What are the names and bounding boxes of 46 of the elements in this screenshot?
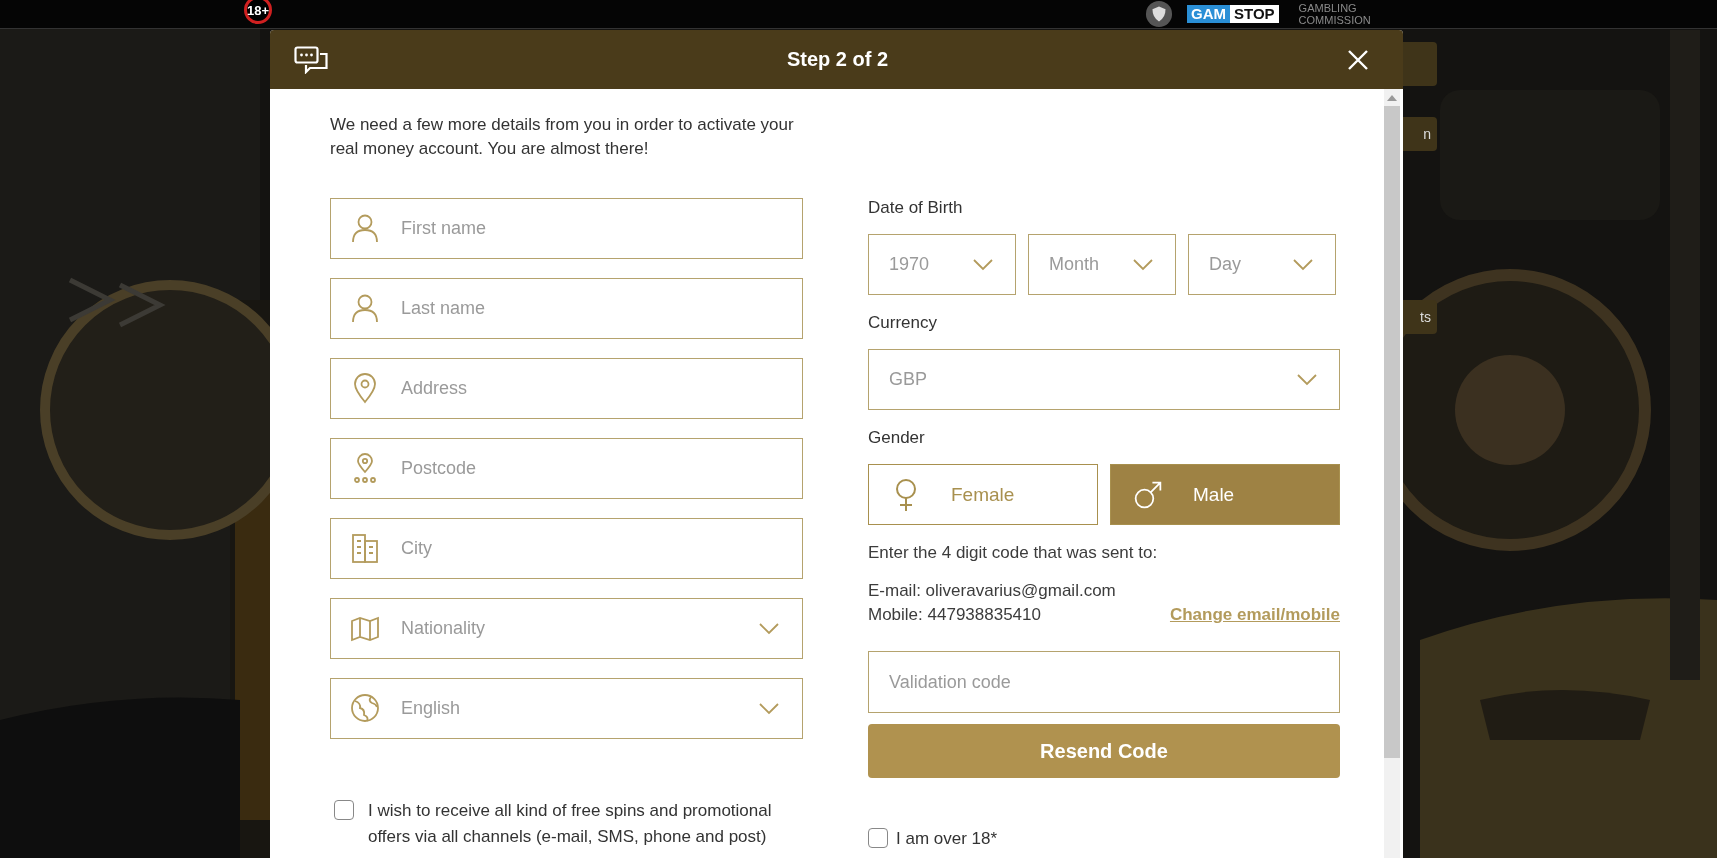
consent-text: I wish to receive all kind of free spins and promotional offers via all channels (e-mail, SMS, phone and post) xyxy=(368,800,773,848)
chat-icon[interactable] xyxy=(294,45,328,74)
input-field[interactable]: Last name xyxy=(330,278,803,339)
commission-logo: GAMBLING COMMISSION xyxy=(1298,2,1371,26)
input-field[interactable]: Address xyxy=(330,358,803,419)
scrollbar[interactable] xyxy=(1384,89,1400,858)
input-field[interactable]: City xyxy=(330,518,803,579)
email-text: E-mail: oliveravarius@gmail.com xyxy=(868,580,1117,602)
chevron-icon xyxy=(1133,258,1153,271)
checkbox[interactable] xyxy=(868,828,888,848)
gender-button[interactable]: Male xyxy=(1110,464,1340,525)
gamstop-logo: GAM STOP xyxy=(1187,5,1279,23)
scroll-up-icon[interactable] xyxy=(1387,95,1397,101)
field-label: Date of Birth xyxy=(868,198,964,218)
input-field[interactable]: First name xyxy=(330,198,803,259)
checkbox[interactable] xyxy=(334,800,354,820)
instruction-text: Enter the 4 digit code that was sent to: xyxy=(868,543,1159,563)
field-icon xyxy=(349,212,381,244)
dropdown[interactable]: 1970 xyxy=(868,234,1016,295)
resend-button[interactable]: Resend Code xyxy=(868,724,1340,778)
dropdown[interactable]: GBP xyxy=(868,349,1340,410)
chevron-icon xyxy=(759,623,779,635)
dropdown[interactable]: Nationality xyxy=(330,598,803,659)
field-icon xyxy=(349,292,381,324)
intro-text: We need a few more details from you in order to activate your real money account. You are almost there! xyxy=(330,114,795,160)
shield-icon xyxy=(1145,0,1173,28)
chevron-icon xyxy=(1293,258,1313,271)
validation-field[interactable]: Validation code xyxy=(868,651,1340,713)
field-label: Currency xyxy=(868,313,938,333)
input-field[interactable]: Postcode xyxy=(330,438,803,499)
dropdown[interactable]: English xyxy=(330,678,803,739)
chevron-icon xyxy=(759,703,779,715)
mobile-text: Mobile: 447938835410 xyxy=(868,604,1041,626)
consent-text: I am over 18* xyxy=(896,828,998,850)
change-link[interactable]: Change email/mobile xyxy=(1169,605,1340,625)
age-badge: 18+ xyxy=(244,0,272,24)
field-icon xyxy=(349,532,381,564)
chevron-icon xyxy=(1297,373,1317,386)
field-label: Gender xyxy=(868,428,926,448)
dialog-title: Step 2 of 2 xyxy=(786,48,889,71)
gender-button[interactable]: Female xyxy=(868,464,1098,525)
field-icon xyxy=(349,692,381,724)
chevron-icon xyxy=(973,258,993,271)
close-icon[interactable] xyxy=(1347,48,1369,71)
dropdown[interactable]: Day xyxy=(1188,234,1336,295)
dropdown[interactable]: Month xyxy=(1028,234,1176,295)
